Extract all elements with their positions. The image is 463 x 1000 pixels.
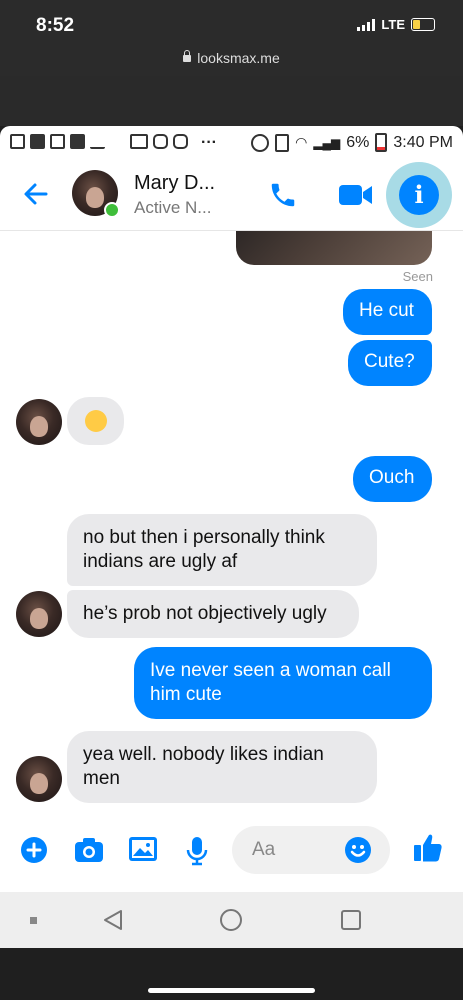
message-bubble-outgoing[interactable]: Ouch — [353, 456, 432, 502]
message-bubble-outgoing[interactable]: Cute? — [348, 340, 432, 386]
conversation-header: Mary D... Active N... i — [0, 160, 463, 231]
video-call-icon[interactable] — [338, 182, 374, 208]
dimmed-background — [0, 76, 463, 126]
ios-time: 8:52 — [36, 15, 75, 36]
info-button[interactable]: i — [386, 162, 452, 228]
vibrate-icon — [275, 133, 290, 152]
seen-receipt: Seen — [402, 269, 433, 284]
online-indicator — [104, 202, 120, 218]
message-bubble-incoming[interactable]: yea well. nobody likes indian men — [67, 731, 377, 803]
news-icon — [50, 134, 65, 149]
camera-icon[interactable] — [74, 836, 104, 864]
emoji-icon[interactable] — [344, 836, 372, 864]
shared-photo[interactable] — [236, 231, 432, 265]
browser-url-bar[interactable]: looksmax.me — [0, 44, 463, 76]
info-icon: i — [399, 175, 439, 215]
youtube-icon — [30, 134, 45, 149]
lock-icon — [183, 49, 192, 62]
android-battery-icon — [375, 133, 388, 152]
message-input[interactable]: Aa — [232, 826, 390, 874]
check-icon — [90, 134, 105, 149]
message-thread[interactable]: Seen He cut Cute? Ouch no but then i per… — [0, 231, 463, 816]
nav-home-icon[interactable] — [219, 908, 243, 932]
back-arrow-icon[interactable] — [22, 180, 50, 208]
battery-icon — [411, 18, 435, 31]
ios-status-right: LTE — [357, 17, 435, 32]
phone-call-icon[interactable] — [268, 180, 298, 210]
nav-recents-icon[interactable] — [340, 909, 362, 931]
message-bubble-incoming[interactable]: he’s prob not objectively ugly — [67, 590, 359, 638]
ios-home-indicator[interactable] — [148, 988, 315, 993]
android-battery-percent: 6% — [346, 133, 370, 151]
message-bubble-incoming[interactable] — [67, 397, 124, 445]
android-status-right: ◠ ▂▄▆ 6% 3:40 PM — [251, 133, 453, 152]
contact-name[interactable]: Mary D... — [134, 172, 215, 195]
message-input-placeholder: Aa — [252, 839, 276, 860]
signal-icon — [357, 18, 376, 31]
contact-avatar-small[interactable] — [16, 756, 62, 802]
microphone-icon[interactable] — [185, 836, 209, 866]
android-time: 3:40 PM — [393, 133, 453, 151]
url-text: looksmax.me — [197, 50, 280, 66]
missed-call-icon — [110, 134, 125, 149]
data-saver-icon — [251, 133, 270, 152]
contact-avatar-small[interactable] — [16, 399, 62, 445]
instagram-icon — [173, 134, 188, 149]
nav-back-icon[interactable] — [102, 909, 124, 931]
cell-signal-icon: ▂▄▆ — [313, 135, 341, 150]
messenger-screenshot: ··· ◠ ▂▄▆ 6% 3:40 PM Mary D... Active N.… — [0, 126, 463, 948]
ios-status-bar: 8:52 LTE — [0, 0, 463, 44]
network-label: LTE — [381, 17, 405, 32]
android-nav-bar — [0, 892, 463, 948]
message-bubble-outgoing[interactable]: He cut — [343, 289, 432, 335]
contact-status: Active N... — [134, 198, 212, 217]
message-bubble-outgoing[interactable]: Ive never seen a woman call him cute — [134, 647, 432, 719]
plus-icon[interactable] — [20, 836, 48, 864]
nav-dot-icon — [30, 917, 37, 924]
more-notifications: ··· — [201, 134, 217, 151]
gallery-icon[interactable] — [128, 836, 158, 862]
laughing-emoji-icon — [85, 410, 107, 432]
android-status-bar: ··· ◠ ▂▄▆ 6% 3:40 PM — [0, 126, 463, 160]
wifi-icon: ◠ — [295, 134, 308, 150]
notification-icons: ··· — [10, 134, 217, 152]
contact-avatar-small[interactable] — [16, 591, 62, 637]
youtube-icon — [70, 134, 85, 149]
instagram-icon — [153, 134, 168, 149]
thumbs-up-icon[interactable] — [412, 832, 444, 864]
alert-icon — [10, 134, 25, 149]
message-bubble-incoming[interactable]: no but then i personally think indians a… — [67, 514, 377, 586]
composer-bar: Aa — [0, 816, 463, 882]
keyboard-icon — [130, 134, 148, 149]
